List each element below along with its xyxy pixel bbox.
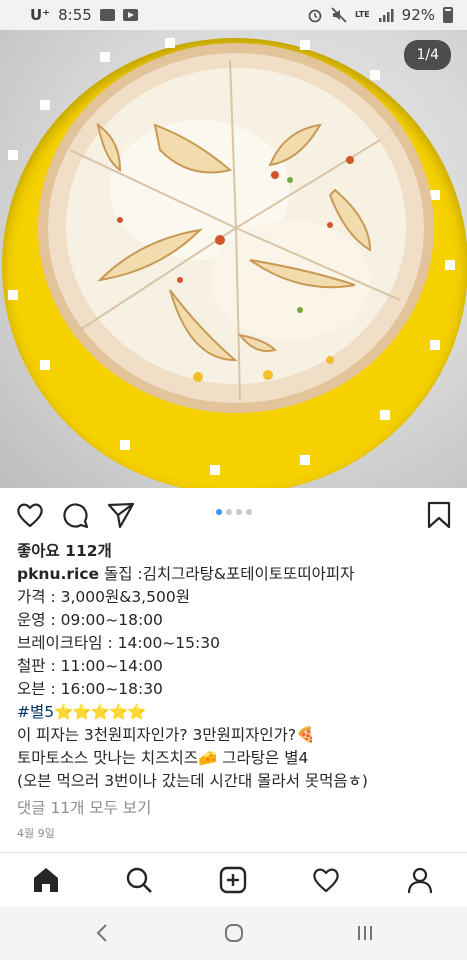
- profile-icon[interactable]: [405, 865, 435, 895]
- caption-line: 브레이크타임 : 14:00~15:30: [17, 634, 220, 652]
- pizza-illustration: [8, 38, 455, 475]
- username[interactable]: pknu.rice: [17, 565, 99, 583]
- caption-line: 철판 : 11:00~14:00: [17, 657, 163, 675]
- home-icon[interactable]: [31, 865, 61, 895]
- view-all-comments-link[interactable]: 댓글 11개 모두 보기: [17, 797, 457, 820]
- hashtag-link[interactable]: #별5: [17, 703, 54, 721]
- bottom-nav: [0, 852, 467, 906]
- bookmark-icon[interactable]: [424, 500, 454, 530]
- youtube-icon: [122, 9, 138, 21]
- signal-icon: [378, 9, 394, 22]
- rating-line: #별5⭐⭐⭐⭐⭐: [17, 701, 457, 724]
- like-count[interactable]: 좋아요 112개: [17, 540, 457, 563]
- caption-line: 오븐 : 16:00~18:30: [17, 680, 163, 698]
- search-icon[interactable]: [124, 865, 154, 895]
- battery-icon: [443, 7, 453, 23]
- status-bar: U⁺ 8:55 LTE 92%: [0, 0, 467, 30]
- caption-line: 토마토소스 맛나는 치즈치즈🧀 그라탕은 별4: [17, 747, 457, 770]
- cheese-emoji: 🧀: [197, 749, 218, 767]
- carousel-indicator: [216, 509, 252, 515]
- heart-icon[interactable]: [311, 865, 341, 895]
- carousel-dot-1: [216, 509, 222, 515]
- star-rating: ⭐⭐⭐⭐⭐: [54, 703, 146, 721]
- image-icon: [99, 9, 115, 21]
- caption-first-line: pknu.rice 돌집 :김치그라탕&포테이토또띠아피자: [17, 563, 457, 586]
- system-nav-bar: [0, 906, 467, 960]
- alarm-icon: [308, 9, 322, 23]
- post-date: 4월 9일: [17, 827, 55, 840]
- carrier-label: U⁺: [30, 6, 51, 24]
- back-icon[interactable]: [92, 922, 114, 944]
- caption-line: 가격 : 3,000원&3,500원: [17, 588, 190, 606]
- carousel-dot-2: [226, 509, 232, 515]
- caption-title: 돌집 :김치그라탕&포테이토또띠아피자: [99, 565, 355, 583]
- carousel-dot-3: [236, 509, 242, 515]
- gratin-text: 그라탕은 별4: [217, 749, 309, 767]
- like-heart-icon[interactable]: [15, 500, 45, 530]
- post-actions: [0, 496, 467, 534]
- clock: 8:55: [58, 6, 92, 24]
- image-counter: 1/4: [404, 40, 451, 70]
- sauce-text: 토마토소스 맛나는 치즈치즈: [17, 749, 198, 767]
- battery-percent: 92%: [401, 6, 435, 24]
- post-content: 좋아요 112개 pknu.rice 돌집 :김치그라탕&포테이토또띠아피자 가…: [17, 540, 457, 840]
- caption-line: 운영 : 09:00~18:00: [17, 611, 163, 629]
- home-circle-icon[interactable]: [223, 922, 245, 944]
- carousel-dot-4: [246, 509, 252, 515]
- question-text: 이 피자는 3천원피자인가? 3만원피자인가?: [17, 726, 297, 744]
- caption-line: 이 피자는 3천원피자인가? 3만원피자인가?🍕: [17, 724, 457, 747]
- pizza-emoji: 🍕: [296, 726, 316, 744]
- mute-icon: [331, 7, 347, 23]
- comment-icon[interactable]: [60, 500, 90, 530]
- caption-line: (오븐 먹으러 3번이나 갔는데 시간대 몰라서 못먹음ㅎ): [17, 772, 368, 790]
- network-type: LTE: [354, 10, 370, 19]
- recent-apps-icon[interactable]: [354, 922, 376, 944]
- add-post-icon[interactable]: [218, 865, 248, 895]
- share-send-icon[interactable]: [106, 500, 136, 530]
- post-image[interactable]: 1/4: [0, 30, 467, 488]
